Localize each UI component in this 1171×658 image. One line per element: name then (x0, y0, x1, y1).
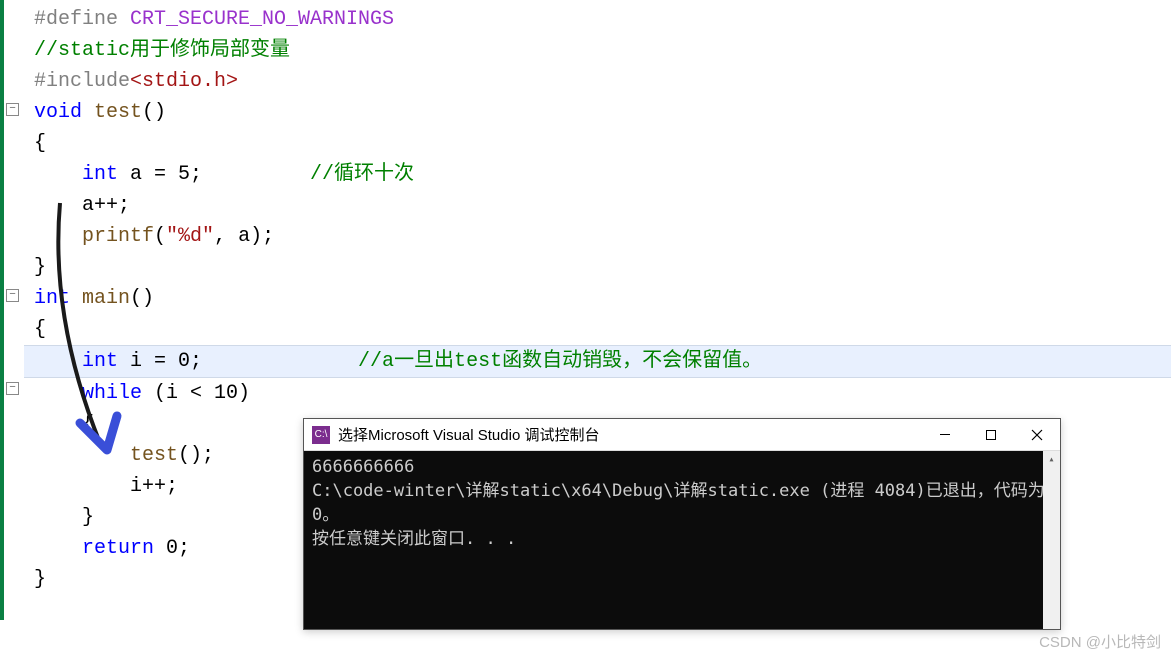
minimize-icon (940, 434, 950, 435)
close-icon (1031, 429, 1043, 441)
code-line[interactable]: a++; (24, 190, 1171, 221)
console-output[interactable]: 6666666666 C:\code-winter\详解static\x64\D… (304, 451, 1060, 629)
code-line[interactable]: int main() (24, 283, 1171, 314)
code-line-highlighted[interactable]: int i = 0; //a一旦出test函数自动销毁，不会保留值。 (24, 345, 1171, 378)
code-line[interactable]: printf("%d", a); (24, 221, 1171, 252)
code-line[interactable]: //static用于修饰局部变量 (24, 35, 1171, 66)
console-window: C:\ 选择Microsoft Visual Studio 调试控制台 6666… (303, 418, 1061, 630)
code-line[interactable]: { (24, 314, 1171, 345)
code-line[interactable]: while (i < 10) (24, 378, 1171, 409)
code-line[interactable]: int a = 5; //循环十次 (24, 159, 1171, 190)
code-line[interactable]: { (24, 128, 1171, 159)
close-button[interactable] (1014, 419, 1060, 451)
code-line[interactable]: #define CRT_SECURE_NO_WARNINGS (24, 4, 1171, 35)
minimize-button[interactable] (922, 419, 968, 451)
code-line[interactable]: void test() (24, 97, 1171, 128)
fold-toggle[interactable]: − (6, 289, 19, 302)
fold-toggle[interactable]: − (6, 382, 19, 395)
console-line: C:\code-winter\详解static\x64\Debug\详解stat… (312, 479, 1052, 527)
watermark: CSDN @小比特剑 (1039, 631, 1161, 652)
fold-toggle[interactable]: − (6, 103, 19, 116)
console-titlebar[interactable]: C:\ 选择Microsoft Visual Studio 调试控制台 (304, 419, 1060, 451)
console-title: 选择Microsoft Visual Studio 调试控制台 (338, 424, 922, 445)
code-line[interactable]: } (24, 252, 1171, 283)
scroll-up-icon[interactable]: ▴ (1043, 451, 1060, 468)
console-app-icon: C:\ (312, 426, 330, 444)
maximize-icon (986, 430, 996, 440)
console-scrollbar[interactable]: ▴ (1043, 451, 1060, 629)
code-line[interactable]: #include<stdio.h> (24, 66, 1171, 97)
maximize-button[interactable] (968, 419, 1014, 451)
console-line: 6666666666 (312, 455, 1052, 479)
console-line: 按任意键关闭此窗口. . . (312, 527, 1052, 551)
editor-gutter: − − − (4, 0, 22, 620)
